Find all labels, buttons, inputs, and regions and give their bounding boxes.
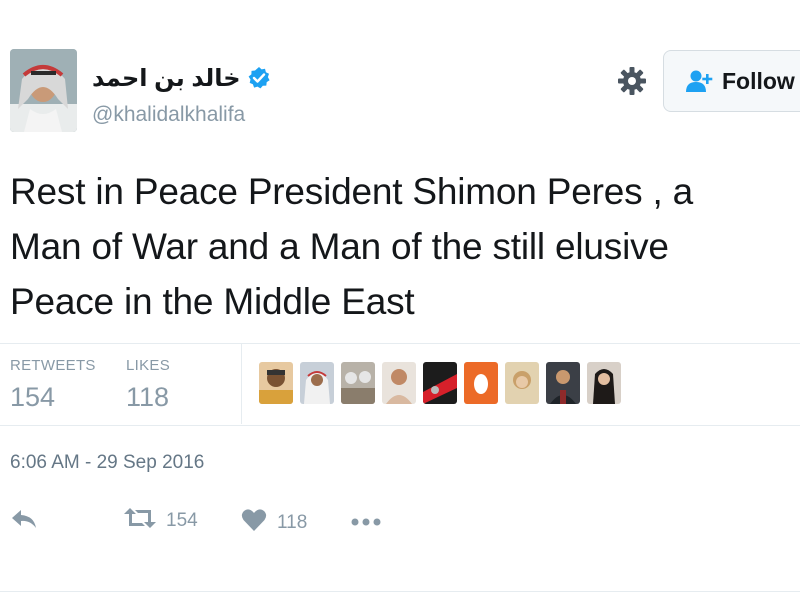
avatar[interactable]: [10, 49, 77, 132]
likers-avatars: [259, 362, 621, 404]
follow-button[interactable]: Follow: [663, 50, 800, 112]
gear-icon[interactable]: [617, 66, 647, 96]
likes-count[interactable]: 118: [126, 382, 169, 413]
tweet-text-line: Man of War and a Man of the still elusiv…: [10, 226, 669, 267]
divider: [0, 343, 800, 344]
more-icon: [351, 514, 381, 532]
liker-avatar[interactable]: [505, 362, 539, 404]
display-name[interactable]: خالد بن احمد: [92, 64, 241, 93]
verified-icon: [247, 66, 271, 90]
divider: [0, 425, 800, 426]
like-count: 118: [277, 511, 308, 533]
likes-label[interactable]: LIKES: [126, 357, 170, 374]
more-button[interactable]: [351, 514, 381, 532]
reply-icon: [10, 508, 38, 535]
liker-avatar[interactable]: [464, 362, 498, 404]
liker-avatar[interactable]: [382, 362, 416, 404]
reply-button[interactable]: [10, 508, 38, 535]
divider: [241, 344, 242, 424]
tweet-text: Rest in Peace President Shimon Peres , a…: [10, 164, 770, 329]
liker-avatar[interactable]: [300, 362, 334, 404]
tweet-card: خالد بن احمد @khalidalkhalifa Follow Res…: [0, 0, 800, 600]
retweet-icon: [124, 506, 156, 535]
tweet-text-line: Peace in the Middle East: [10, 281, 415, 322]
follow-label: Follow: [722, 67, 795, 94]
liker-avatar[interactable]: [587, 362, 621, 404]
retweet-button[interactable]: 154: [124, 506, 198, 535]
liker-avatar[interactable]: [259, 362, 293, 404]
user-handle[interactable]: @khalidalkhalifa: [92, 103, 245, 127]
liker-avatar[interactable]: [423, 362, 457, 404]
display-name-row[interactable]: خالد بن احمد: [92, 62, 271, 94]
retweets-label[interactable]: RETWEETS: [10, 357, 96, 374]
divider: [0, 591, 800, 592]
retweet-count: 154: [166, 509, 198, 531]
retweets-count[interactable]: 154: [10, 382, 55, 413]
heart-icon: [241, 508, 267, 537]
follow-icon: [686, 69, 714, 93]
tweet-text-line: Rest in Peace President Shimon Peres , a: [10, 171, 694, 212]
like-button[interactable]: 118: [241, 508, 307, 537]
tweet-timestamp[interactable]: 6:06 AM - 29 Sep 2016: [10, 452, 204, 474]
liker-avatar[interactable]: [341, 362, 375, 404]
liker-avatar[interactable]: [546, 362, 580, 404]
